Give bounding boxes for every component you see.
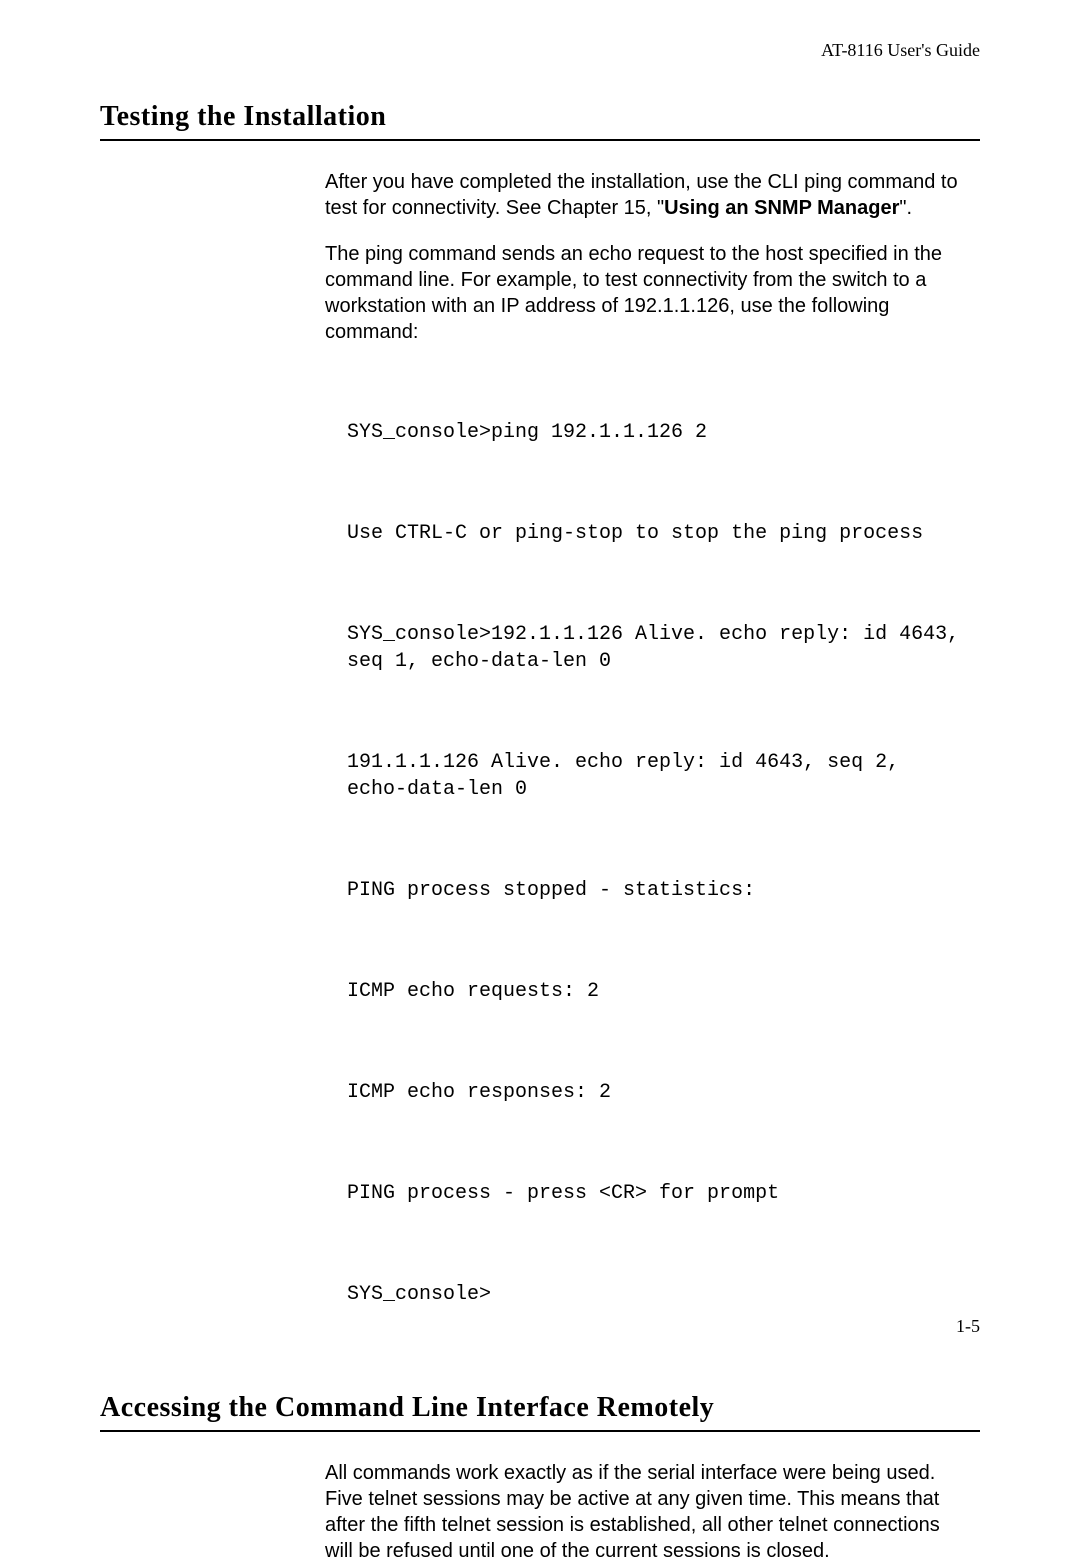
page: AT-8116 User's Guide Testing the Install… bbox=[0, 0, 1080, 1397]
code-line-3: SYS_console>192.1.1.126 Alive. echo repl… bbox=[347, 621, 970, 675]
section1-para1: After you have completed the installatio… bbox=[325, 169, 970, 221]
code-line-6: ICMP echo requests: 2 bbox=[347, 978, 970, 1005]
code-line-7: ICMP echo responses: 2 bbox=[347, 1079, 970, 1106]
section-title-testing: Testing the Installation bbox=[100, 101, 980, 133]
header-guide-name: AT-8116 User's Guide bbox=[100, 40, 980, 61]
section1-body: After you have completed the installatio… bbox=[325, 169, 970, 1382]
code-line-8: PING process - press <CR> for prompt bbox=[347, 1180, 970, 1207]
section1-para1-b: ". bbox=[899, 197, 912, 219]
code-line-9: SYS_console> bbox=[347, 1281, 970, 1308]
section-rule bbox=[100, 139, 980, 141]
code-line-5: PING process stopped - statistics: bbox=[347, 877, 970, 904]
section2-para1: All commands work exactly as if the seri… bbox=[325, 1460, 970, 1564]
section-rule-2 bbox=[100, 1430, 980, 1432]
code-line-4: 191.1.1.126 Alive. echo reply: id 4643, … bbox=[347, 749, 970, 803]
code-line-2: Use CTRL-C or ping-stop to stop the ping… bbox=[347, 520, 970, 547]
page-number: 1-5 bbox=[956, 1316, 980, 1337]
section1-para2: The ping command sends an echo request t… bbox=[325, 241, 970, 345]
code-block: SYS_console>ping 192.1.1.126 2 Use CTRL-… bbox=[347, 365, 970, 1382]
code-line-1: SYS_console>ping 192.1.1.126 2 bbox=[347, 419, 970, 446]
section1-para1-bold: Using an SNMP Manager bbox=[664, 197, 899, 219]
section2-body: All commands work exactly as if the seri… bbox=[325, 1460, 970, 1564]
